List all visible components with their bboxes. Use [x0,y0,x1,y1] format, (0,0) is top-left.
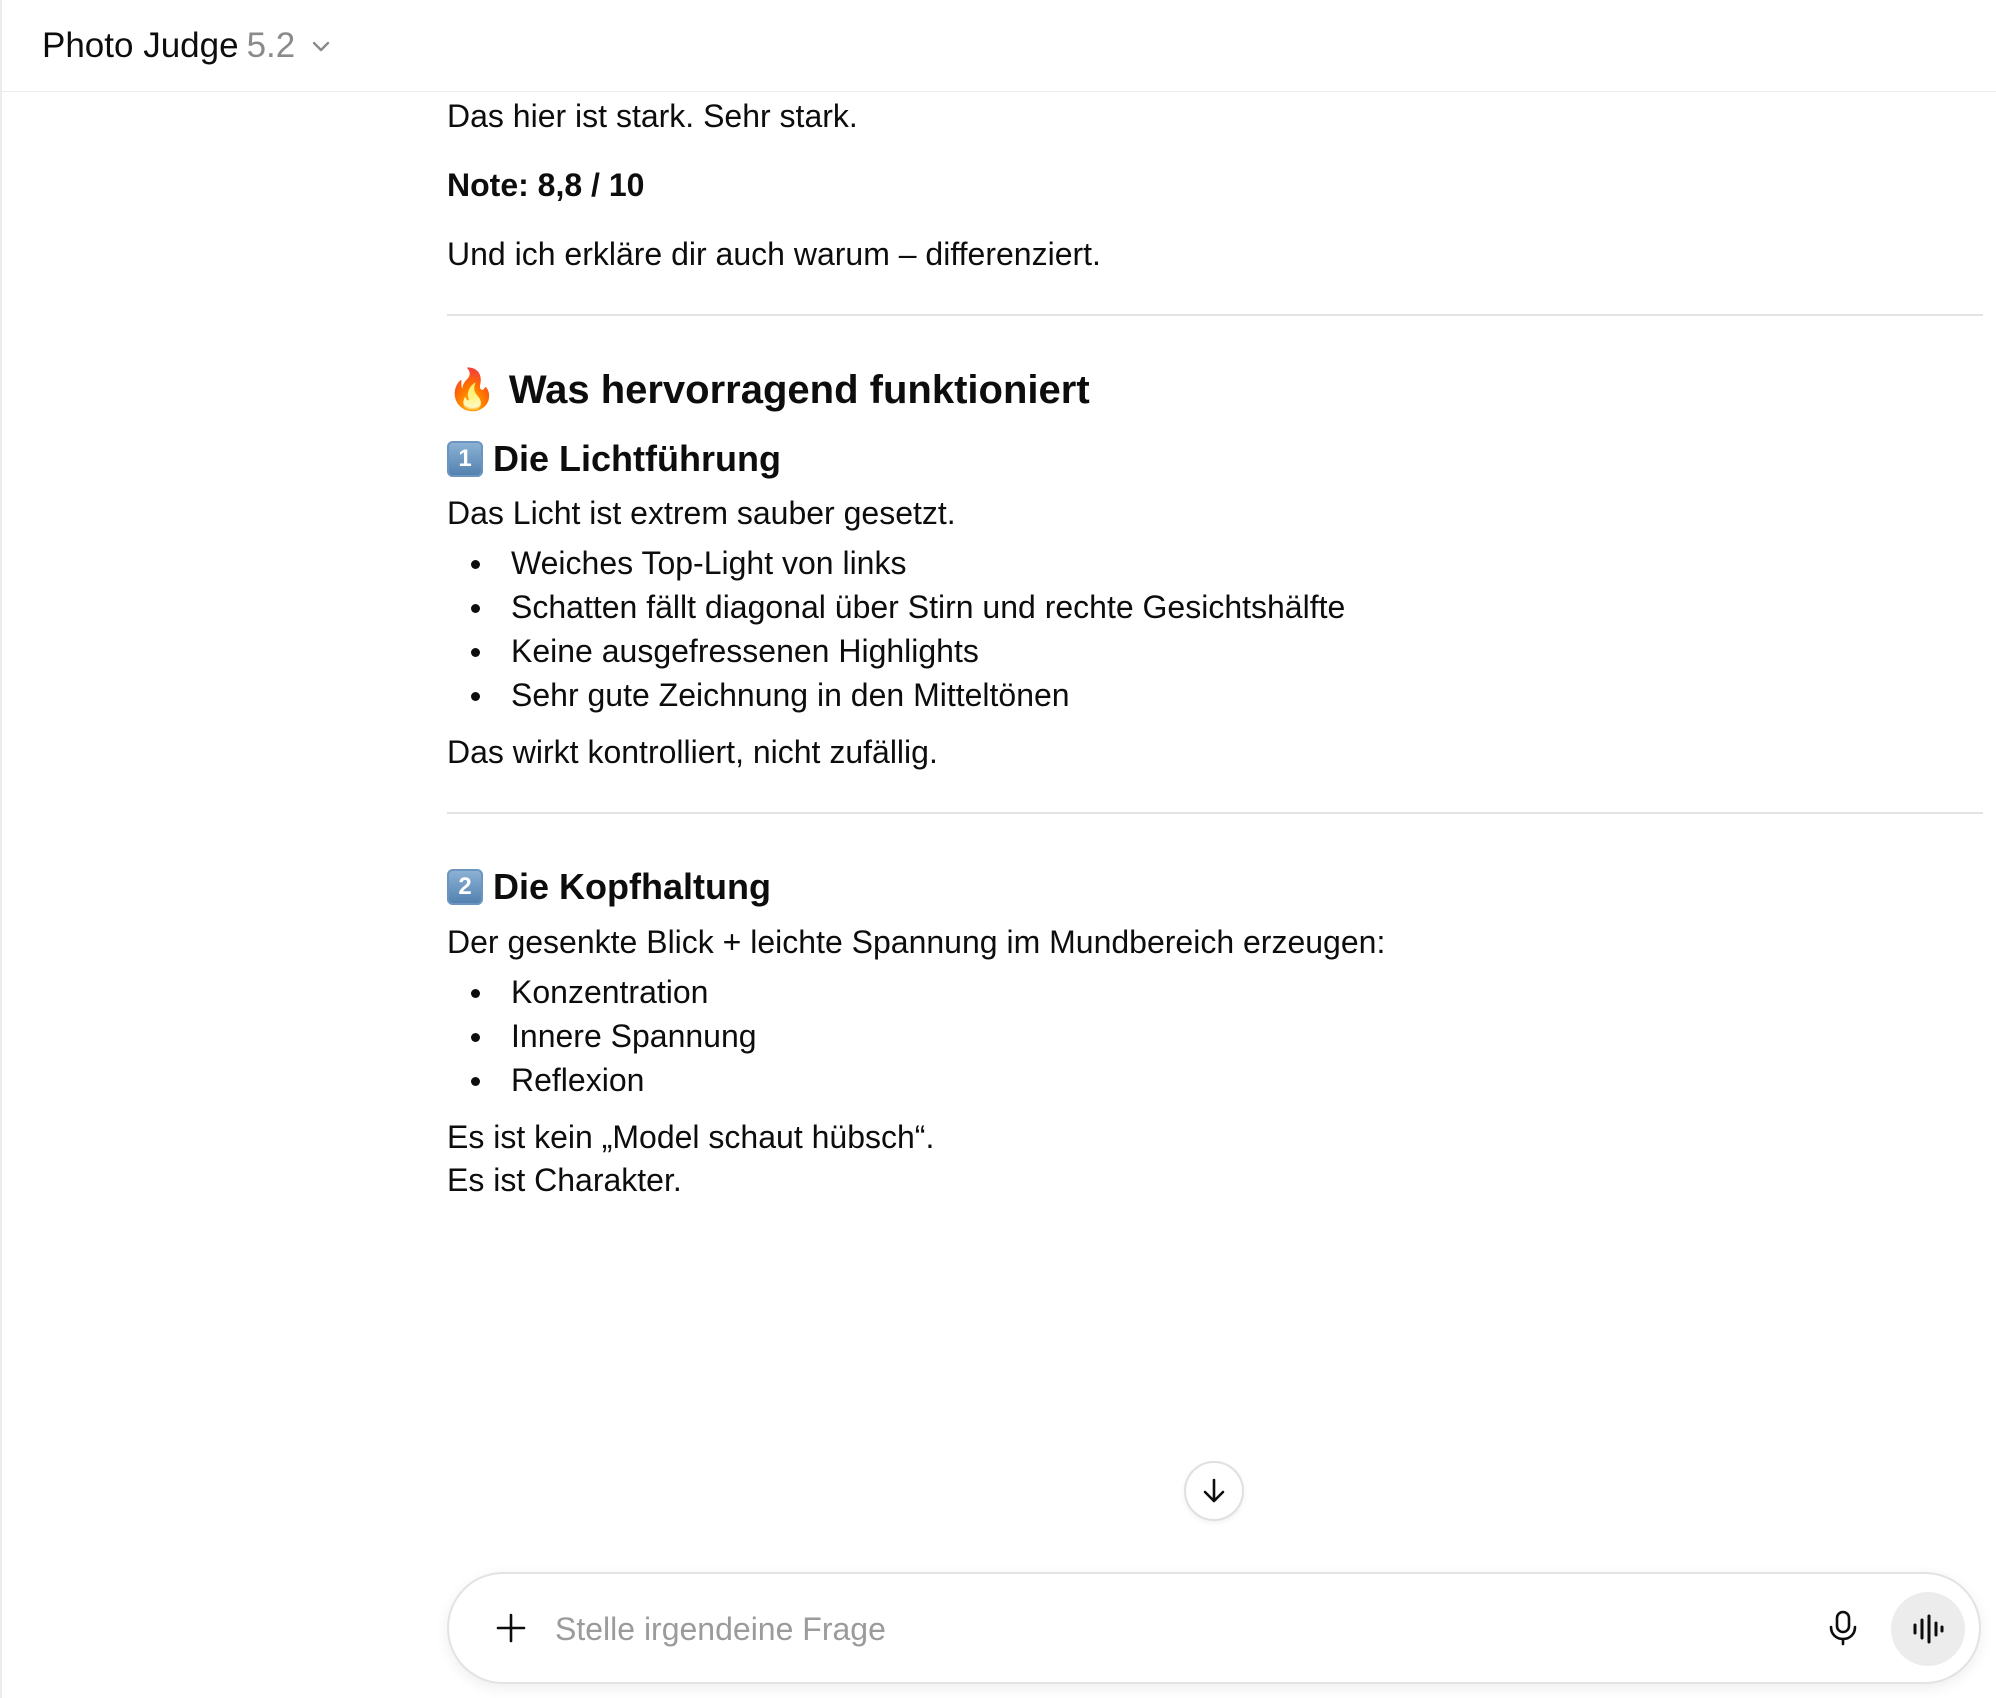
bullet-icon [471,1077,480,1086]
top-bar: Photo Judge 5.2 [2,0,1996,92]
explanation-text: Und ich erkläre dir auch warum – differe… [447,236,1101,272]
add-attachment-button[interactable] [485,1602,537,1654]
list-item-text: Innere Spannung [511,1018,757,1054]
list-item-text: Konzentration [511,974,709,1010]
paragraph-text: Es ist Charakter. [447,1162,682,1198]
bullet-icon [471,989,480,998]
scroll-to-bottom-button[interactable] [1184,1461,1244,1521]
list-item-text: Keine ausgefressenen Highlights [511,633,979,669]
list-item-text: Sehr gute Zeichnung in den Mitteltönen [511,677,1070,713]
bullet-icon [471,648,480,657]
subheading-text: Die Kopfhaltung [493,866,771,907]
bullet-icon [471,692,480,701]
paragraph-text: Es ist kein „Model schaut hübsch“. [447,1119,935,1155]
section-heading: 🔥 Was hervorragend funktioniert [447,360,1090,420]
paragraph-text: Das Licht ist extrem sauber gesetzt. [447,495,956,531]
chevron-down-icon [309,34,333,58]
divider [447,314,1983,316]
bullet-icon [471,560,480,569]
list-item-text: Schatten fällt diagonal über Stirn und r… [511,589,1346,625]
plus-icon [496,1613,526,1643]
divider [447,812,1983,814]
microphone-icon [1829,1610,1857,1646]
voice-waveform-icon [1913,1614,1944,1644]
paragraph-text: Der gesenkte Blick + leichte Spannung im… [447,924,1386,960]
model-switcher[interactable]: Photo Judge 5.2 [42,16,333,76]
model-name: Photo Judge [42,25,239,65]
subheading-lichtfuehrung: 1 Die Lichtführung [447,432,781,486]
keycap-two-icon: 2 [447,869,483,905]
model-version: 5.2 [246,25,296,65]
bullet-icon [471,1033,480,1042]
chat-window: Photo Judge 5.2 Das hier ist stark. Sehr… [0,0,1996,1698]
prompt-composer [447,1572,1981,1684]
bullet-icon [471,604,480,613]
voice-mode-button[interactable] [1891,1592,1965,1666]
fire-icon: 🔥 [447,368,497,412]
prompt-input[interactable] [553,1596,1737,1662]
paragraph-text: Das wirkt kontrolliert, nicht zufällig. [447,734,938,770]
arrow-down-icon [1203,1478,1225,1503]
grade-text: Note: 8,8 / 10 [447,167,645,203]
dictate-button[interactable] [1819,1604,1867,1652]
list-item-text: Reflexion [511,1062,645,1098]
section-heading-text: Was hervorragend funktioniert [508,368,1090,412]
intro-text: Das hier ist stark. Sehr stark. [447,98,858,134]
list-item-text: Weiches Top-Light von links [511,545,907,581]
subheading-text: Die Lichtführung [493,438,781,479]
keycap-one-icon: 1 [447,441,483,477]
subheading-kopfhaltung: 2 Die Kopfhaltung [447,860,771,914]
